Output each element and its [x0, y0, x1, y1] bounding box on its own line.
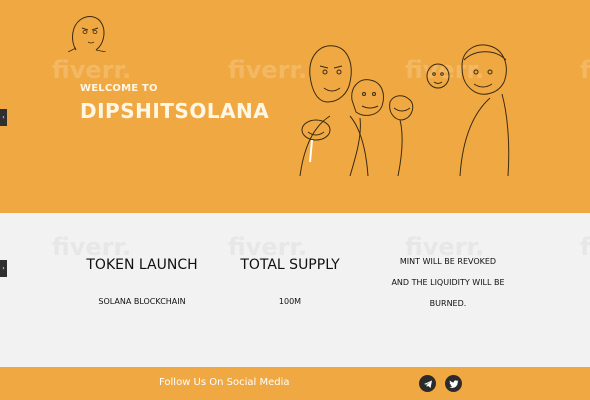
watermark: fiverr.	[580, 233, 590, 261]
total-supply-heading: TOTAL SUPPLY	[240, 257, 340, 273]
token-launch-heading: TOKEN LAUNCH	[86, 257, 198, 273]
notice-line: AND THE LIQUIDITY WILL BE	[391, 278, 505, 287]
telegram-link[interactable]	[419, 375, 436, 392]
telegram-icon	[423, 380, 432, 388]
hero-section: fiverr. fiverr. fiverr. fiverr. ‹ WELCOM…	[0, 0, 590, 213]
twitter-icon	[448, 379, 458, 388]
welcome-label: WELCOME TO	[80, 83, 158, 94]
twitter-link[interactable]	[445, 375, 462, 392]
liquidity-notice: MINT WILL BE REVOKED AND THE LIQUIDITY W…	[378, 251, 518, 314]
total-supply-value: 100M	[278, 297, 302, 306]
tokenomics-section: fiverr. fiverr. fiverr. fiverr. › TOKEN …	[0, 213, 590, 367]
follow-label: Follow Us On Social Media	[159, 377, 290, 388]
side-toggle-tab[interactable]: ‹	[0, 109, 7, 126]
side-toggle-tab[interactable]: ›	[0, 260, 7, 277]
meme-characters-illustration	[299, 44, 510, 176]
footer: Follow Us On Social Media	[0, 367, 590, 400]
notice-line: MINT WILL BE REVOKED	[399, 257, 497, 266]
site-title: DIPSHITSOLANA	[80, 99, 270, 123]
notice-line: BURNED.	[429, 299, 467, 308]
token-launch-value: SOLANA BLOCKCHAIN	[98, 297, 186, 306]
watermark: fiverr.	[52, 56, 132, 84]
meme-face-illustration	[67, 16, 107, 52]
watermark: fiverr.	[580, 56, 590, 84]
